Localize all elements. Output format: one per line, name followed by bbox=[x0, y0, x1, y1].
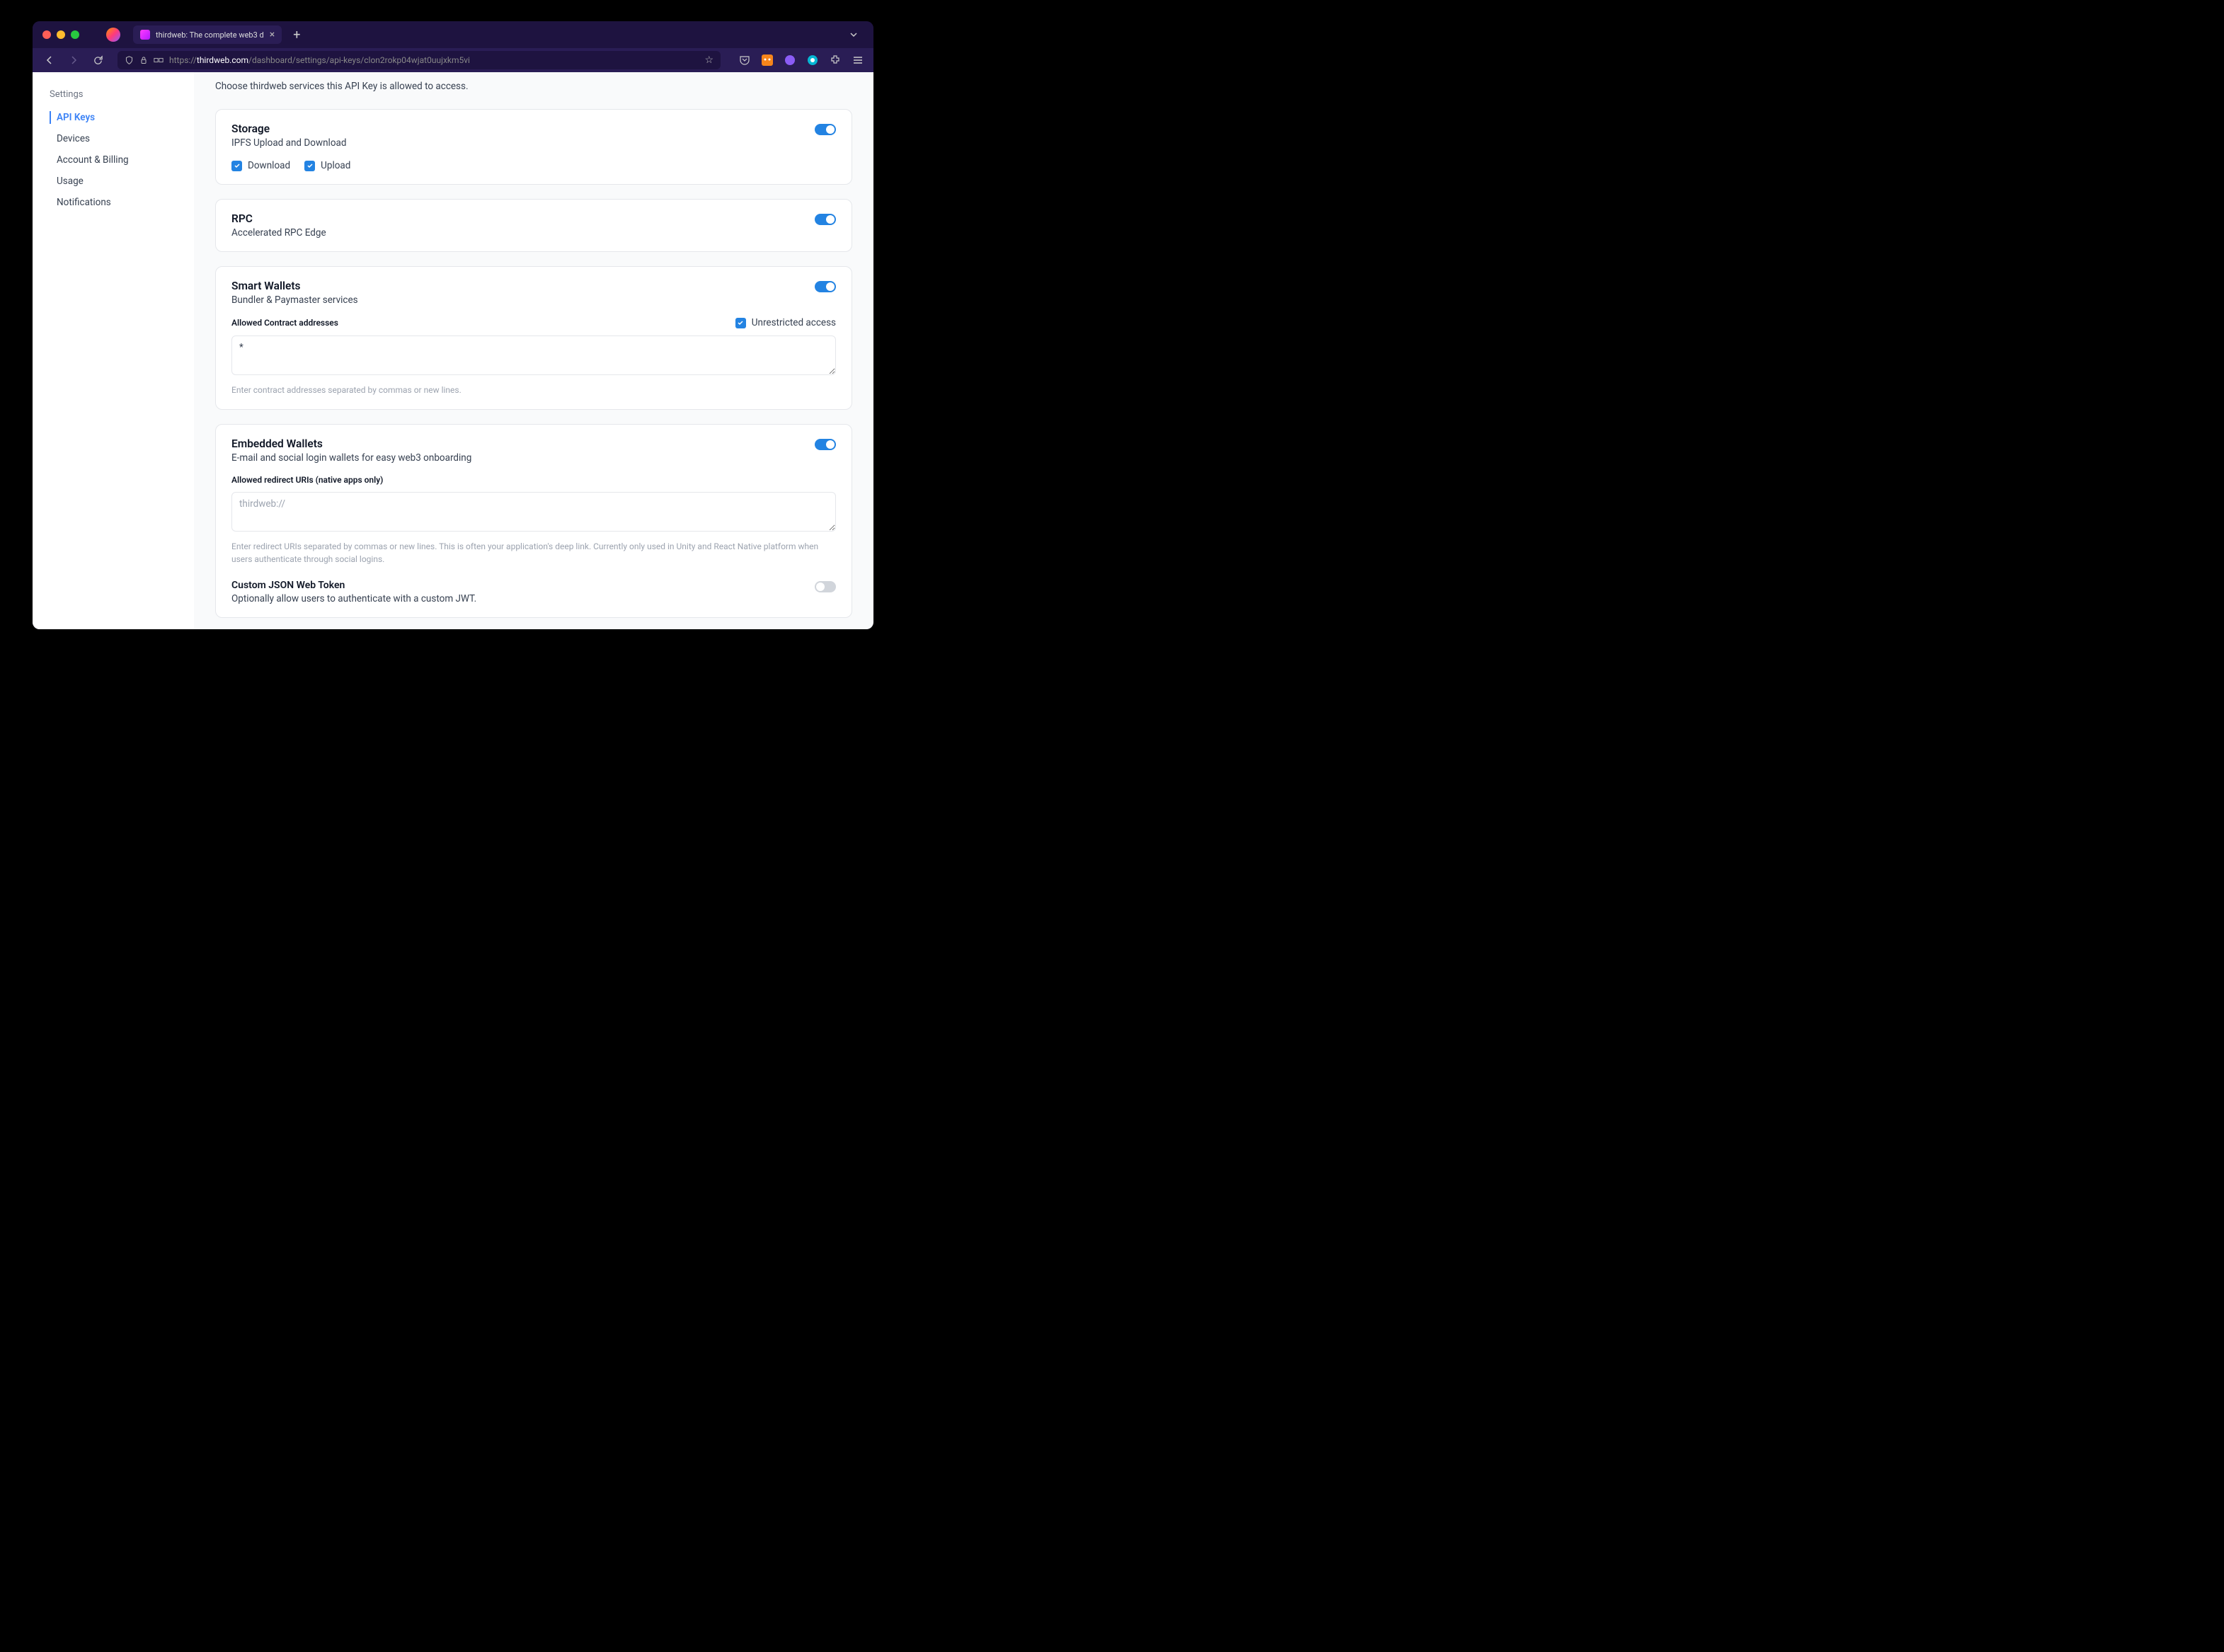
addresses-label: Allowed Contract addresses bbox=[231, 318, 338, 328]
sidebar-item-notifications[interactable]: Notifications bbox=[33, 192, 194, 213]
new-tab-button[interactable]: + bbox=[289, 28, 304, 42]
card-smart-wallets: Smart Wallets Bundler & Paymaster servic… bbox=[215, 266, 852, 410]
rpc-toggle[interactable] bbox=[815, 214, 836, 225]
unrestricted-label: Unrestricted access bbox=[752, 317, 836, 328]
main: Choose thirdweb services this API Key is… bbox=[194, 72, 873, 629]
embedded-subtitle: E-mail and social login wallets for easy… bbox=[231, 452, 815, 464]
sidebar-item-usage[interactable]: Usage bbox=[33, 171, 194, 192]
forward-button[interactable] bbox=[64, 50, 84, 70]
jwt-title: Custom JSON Web Token bbox=[231, 580, 815, 591]
rpc-subtitle: Accelerated RPC Edge bbox=[231, 227, 815, 239]
download-checkbox-item[interactable]: Download bbox=[231, 160, 290, 171]
url-text: https://thirdweb.com/dashboard/settings/… bbox=[169, 55, 699, 65]
sidebar-heading: Settings bbox=[33, 89, 194, 107]
pocket-icon[interactable] bbox=[736, 52, 753, 69]
unrestricted-checkbox-item[interactable]: Unrestricted access bbox=[735, 317, 836, 328]
download-label: Download bbox=[248, 160, 290, 171]
tabs-dropdown-button[interactable] bbox=[844, 28, 864, 42]
extension-icon-1[interactable] bbox=[759, 52, 776, 69]
close-tab-button[interactable]: × bbox=[270, 30, 275, 40]
addresses-textarea[interactable] bbox=[231, 335, 836, 375]
storage-toggle[interactable] bbox=[815, 124, 836, 135]
tab-strip: thirdweb: The complete web3 d × + bbox=[133, 25, 838, 44]
traffic-lights bbox=[42, 30, 79, 39]
menu-button[interactable] bbox=[849, 52, 866, 69]
upload-checkbox[interactable] bbox=[304, 161, 315, 171]
embedded-toggle[interactable] bbox=[815, 439, 836, 450]
download-checkbox[interactable] bbox=[231, 161, 242, 171]
sidebar-item-devices[interactable]: Devices bbox=[33, 128, 194, 149]
firefox-icon bbox=[106, 28, 120, 42]
maximize-window-button[interactable] bbox=[71, 30, 79, 39]
close-window-button[interactable] bbox=[42, 30, 51, 39]
redirect-help: Enter redirect URIs separated by commas … bbox=[231, 540, 836, 566]
toolbar: https://thirdweb.com/dashboard/settings/… bbox=[33, 48, 873, 72]
address-bar[interactable]: https://thirdweb.com/dashboard/settings/… bbox=[117, 51, 721, 69]
bookmark-star-icon[interactable]: ☆ bbox=[704, 55, 713, 66]
upload-label: Upload bbox=[321, 160, 350, 171]
rpc-title: RPC bbox=[231, 212, 815, 225]
page-description: Choose thirdweb services this API Key is… bbox=[215, 72, 852, 109]
card-storage: Storage IPFS Upload and Download Downloa… bbox=[215, 109, 852, 185]
smart-wallets-subtitle: Bundler & Paymaster services bbox=[231, 294, 815, 306]
toolbar-icons bbox=[736, 52, 866, 69]
back-button[interactable] bbox=[40, 50, 59, 70]
sidebar: Settings API Keys Devices Account & Bill… bbox=[33, 72, 194, 629]
jwt-subtitle: Optionally allow users to authenticate w… bbox=[231, 593, 815, 604]
extension-icon-2[interactable] bbox=[781, 52, 798, 69]
storage-title: Storage bbox=[231, 122, 815, 135]
redirect-textarea[interactable] bbox=[231, 492, 836, 532]
storage-subtitle: IPFS Upload and Download bbox=[231, 137, 815, 149]
smart-wallets-title: Smart Wallets bbox=[231, 280, 815, 292]
card-embedded-wallets: Embedded Wallets E-mail and social login… bbox=[215, 424, 852, 618]
addresses-help: Enter contract addresses separated by co… bbox=[231, 384, 836, 396]
smart-wallets-toggle[interactable] bbox=[815, 281, 836, 292]
lock-icon bbox=[139, 56, 148, 64]
sidebar-item-account-billing[interactable]: Account & Billing bbox=[33, 149, 194, 171]
browser-tab[interactable]: thirdweb: The complete web3 d × bbox=[133, 25, 282, 44]
tab-title: thirdweb: The complete web3 d bbox=[156, 30, 264, 40]
browser-window: thirdweb: The complete web3 d × + bbox=[33, 21, 873, 629]
reload-button[interactable] bbox=[88, 50, 108, 70]
content: Settings API Keys Devices Account & Bill… bbox=[33, 72, 873, 629]
titlebar: thirdweb: The complete web3 d × + bbox=[33, 21, 873, 48]
minimize-window-button[interactable] bbox=[57, 30, 65, 39]
extension-icon-3[interactable] bbox=[804, 52, 821, 69]
upload-checkbox-item[interactable]: Upload bbox=[304, 160, 350, 171]
redirect-label: Allowed redirect URIs (native apps only) bbox=[231, 475, 383, 485]
card-rpc: RPC Accelerated RPC Edge bbox=[215, 199, 852, 252]
shield-icon bbox=[125, 56, 134, 65]
unrestricted-checkbox[interactable] bbox=[735, 318, 746, 328]
sidebar-item-api-keys[interactable]: API Keys bbox=[33, 107, 194, 128]
permissions-icon bbox=[154, 55, 164, 65]
extensions-button[interactable] bbox=[827, 52, 844, 69]
tab-favicon bbox=[140, 30, 150, 40]
jwt-toggle[interactable] bbox=[815, 581, 836, 592]
embedded-title: Embedded Wallets bbox=[231, 437, 815, 450]
